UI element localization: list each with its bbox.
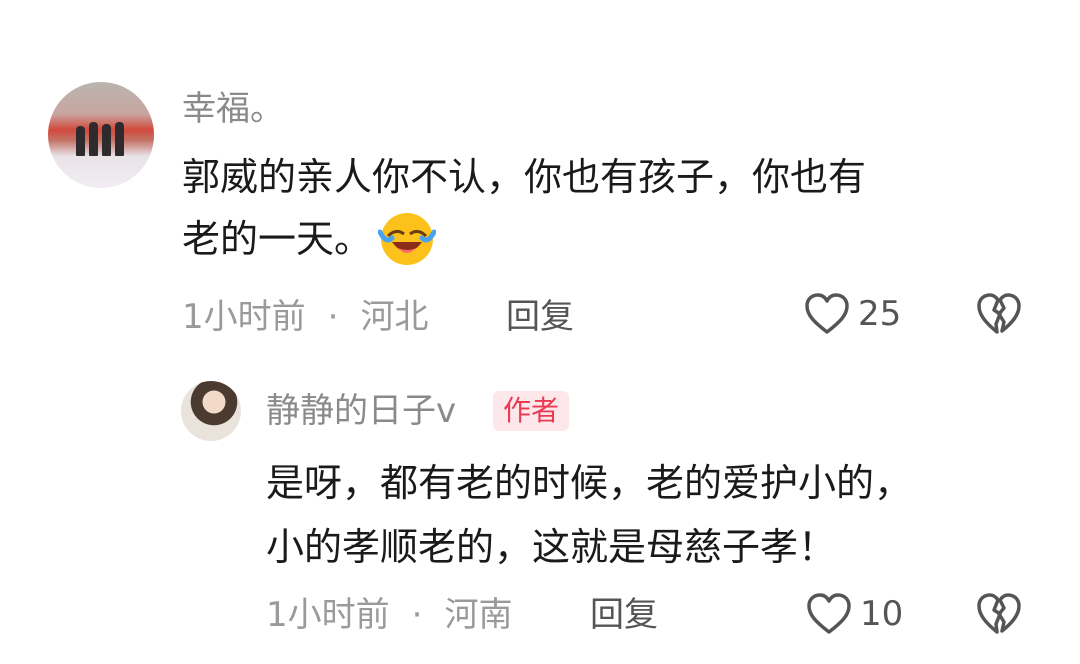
meta-separator: · (411, 595, 423, 635)
reply-button[interactable]: 回复 (590, 598, 658, 632)
comment-text-line-2-row: 老的一天。 (182, 208, 437, 270)
like-button[interactable]: 10 (806, 592, 903, 636)
comment-text-line-2: 老的一天。 (182, 217, 373, 261)
laughing-crying-emoji-icon (378, 213, 437, 265)
avatar[interactable] (48, 82, 154, 188)
location: 河北 (360, 297, 429, 337)
username[interactable]: 幸福。 (182, 92, 284, 126)
broken-heart-icon (977, 293, 1021, 334)
comment-text-line-1: 郭威的亲人你不认，你也有孩子，你也有 (182, 155, 867, 199)
comment-meta: 1小时前 · 河南 (266, 598, 512, 632)
author-badge: 作者 (493, 391, 570, 431)
like-count: 25 (858, 294, 902, 334)
meta-separator: · (327, 297, 339, 337)
comment-text-line-2: 小的孝顺老的，这就是母慈子孝！ (266, 525, 837, 569)
username[interactable]: 静静的日子v (266, 394, 456, 428)
dislike-button[interactable] (976, 292, 1022, 336)
broken-heart-icon (977, 593, 1021, 634)
comment-text-line-1: 是呀，都有老的时候，老的爱护小的， (266, 461, 913, 505)
heart-outline-icon (805, 293, 849, 334)
reply-button[interactable]: 回复 (506, 300, 574, 334)
avatar[interactable] (181, 381, 241, 441)
comment-meta: 1小时前 · 河北 (182, 300, 428, 334)
like-button[interactable]: 25 (804, 292, 901, 336)
timestamp: 1小时前 (182, 297, 306, 337)
like-count: 10 (860, 594, 904, 634)
dislike-button[interactable] (976, 592, 1022, 636)
heart-outline-icon (807, 593, 851, 634)
timestamp: 1小时前 (266, 595, 390, 635)
location: 河南 (444, 595, 513, 635)
avatar-photo (76, 120, 128, 156)
